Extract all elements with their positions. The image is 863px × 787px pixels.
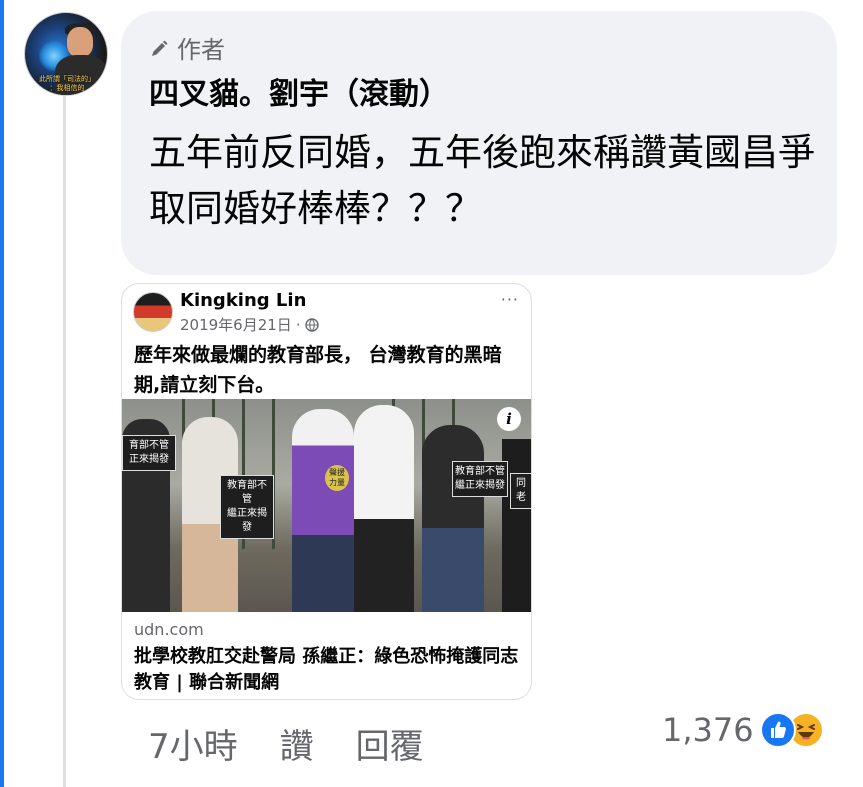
link-preview-footer[interactable]: udn.com 批學校教肛交赴警局 孫繼正：綠色恐怖掩護同志教育 | 聯合新聞網	[122, 612, 531, 699]
avatar-caption-line2: ：我相信的	[49, 84, 85, 92]
avatar-caption-line1: 此所謂「司法的」	[39, 75, 95, 83]
pencil-icon	[149, 37, 169, 57]
protest-sign: 教育部不管 繼正來揭發	[220, 475, 274, 539]
protest-sign: 育部不管 正來揭發	[122, 435, 176, 471]
like-button[interactable]: 讚	[280, 719, 314, 768]
person	[422, 425, 484, 612]
comment-actions: 7小時 讚 回覆	[148, 718, 424, 768]
person	[354, 405, 414, 612]
author-badge-label: 作者	[177, 35, 225, 64]
like-reaction-icon	[759, 712, 796, 748]
reaction-count: 1,376	[662, 711, 754, 749]
comment-text: 五年前反同婚，五年後跑來稱讚黃國昌爭取同婚好棒棒？？？	[149, 131, 815, 230]
link-title: 批學校教肛交赴警局 孫繼正：綠色恐怖掩護同志教育 | 聯合新聞網	[134, 646, 519, 693]
selected-comment-indicator	[0, 0, 4, 787]
shared-post-card[interactable]: Kingking Lin 2019年6月21日 · ··· 歷年來做最爛的教育部…	[121, 283, 532, 700]
reply-button[interactable]: 回覆	[356, 719, 424, 768]
shared-post-text: 歷年來做最爛的教育部長， 台灣教育的黑暗期,請立刻下台。	[134, 344, 502, 396]
shared-post-date: 2019年6月21日 ·	[180, 314, 319, 335]
protest-sign: 同 老	[510, 473, 531, 509]
avatar-head	[67, 27, 93, 57]
thread-line	[63, 96, 66, 787]
reactions-summary[interactable]: 1,376	[662, 708, 824, 752]
shared-post-date-text[interactable]: 2019年6月21日	[180, 314, 292, 335]
more-options-icon[interactable]: ···	[501, 290, 519, 309]
comment-timestamp[interactable]: 7小時	[148, 719, 238, 768]
comment-bubble: 作者 四叉貓。劉宇（滾動） 五年前反同婚，五年後跑來稱讚黃國昌爭取同婚好棒棒？？…	[121, 11, 837, 275]
link-domain: udn.com	[134, 620, 204, 639]
avatar-caption: 此所謂「司法的」 ：我相信的	[29, 75, 105, 93]
globe-icon	[304, 317, 319, 332]
comment-author-name[interactable]: 四叉貓。劉宇（滾動）	[149, 75, 809, 115]
author-badge: 作者	[149, 29, 809, 65]
shared-post-author[interactable]: Kingking Lin	[180, 290, 306, 311]
avatar[interactable]: 此所謂「司法的」 ：我相信的	[24, 12, 108, 96]
protest-sign: 教育部不管 繼正來揭發	[452, 461, 508, 497]
dot-separator: ·	[295, 315, 301, 334]
info-icon[interactable]: i	[497, 407, 521, 431]
shared-post-photo[interactable]: 育部不管 正來揭發 教育部不管 繼正來揭發 教育部不管 繼正來揭發 同 老 聲援…	[122, 399, 531, 612]
shared-post-header: Kingking Lin 2019年6月21日 · ···	[122, 284, 531, 338]
vest-badge: 聲援 力量	[325, 465, 349, 491]
person-purple-vest	[292, 409, 354, 612]
shared-post-avatar[interactable]	[133, 292, 173, 332]
